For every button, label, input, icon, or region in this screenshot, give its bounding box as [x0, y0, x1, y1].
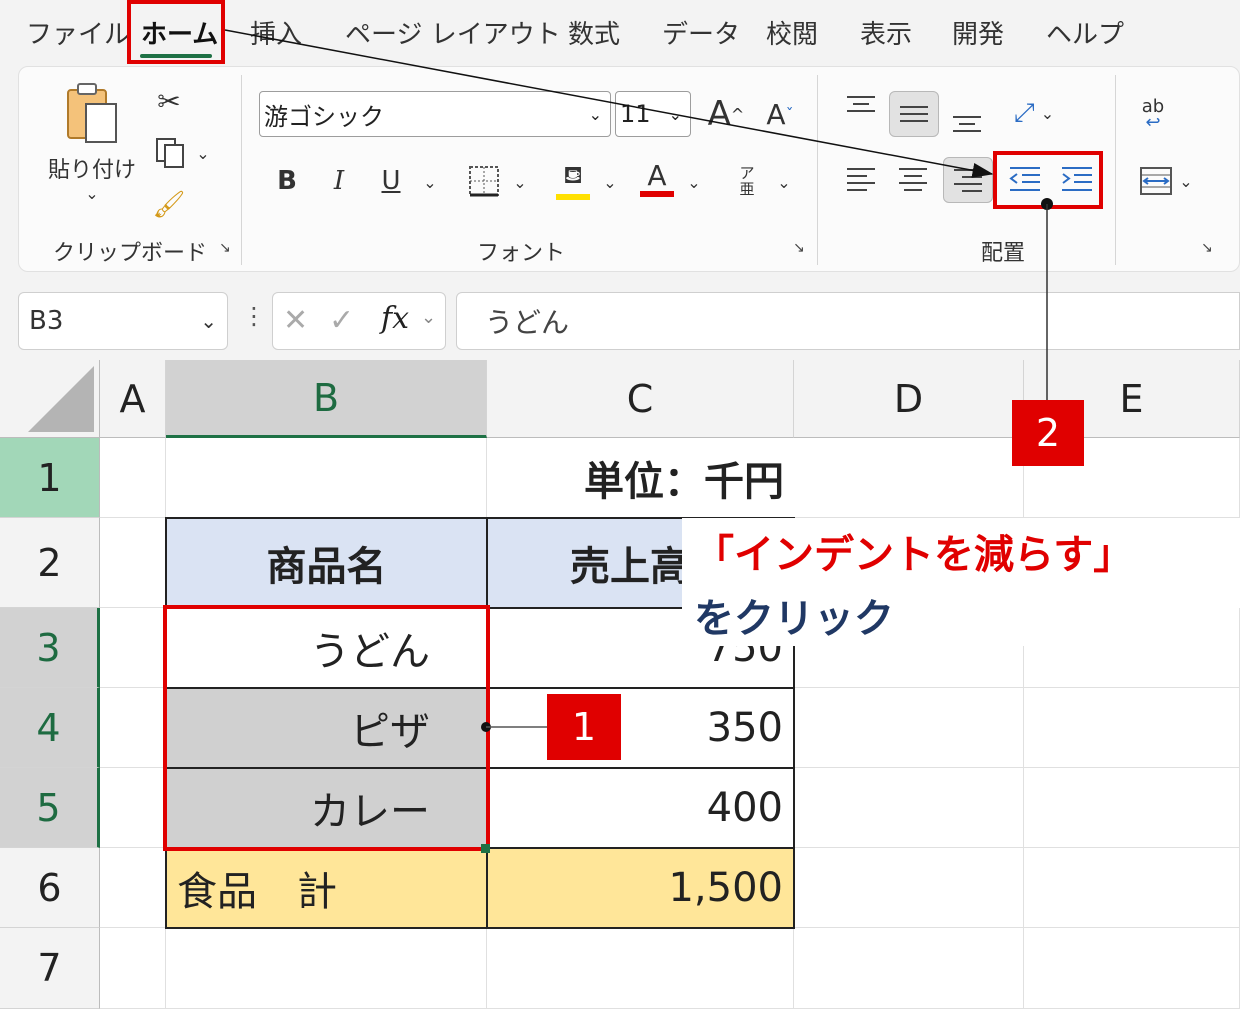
grid-cell[interactable] — [794, 928, 1024, 1009]
grid-cell[interactable] — [100, 848, 166, 928]
grid-cell[interactable] — [794, 688, 1024, 768]
annotation-overlay — [224, 29, 1053, 400]
fill-handle[interactable] — [481, 844, 490, 853]
grid-cell[interactable] — [1024, 768, 1240, 848]
grid-cell[interactable] — [487, 928, 794, 1009]
grid-cell[interactable] — [100, 608, 166, 688]
grid-cell[interactable] — [166, 438, 487, 518]
grid-cell[interactable] — [100, 438, 166, 518]
grid-cell[interactable] — [794, 438, 1024, 518]
arrow-line — [224, 29, 994, 178]
row-header-7[interactable]: 7 — [0, 928, 100, 1009]
instruction-line-2: をクリック — [694, 596, 894, 642]
step-badge-1: 1 — [547, 694, 621, 760]
total-label-cell[interactable]: 食品 計 — [165, 847, 488, 929]
grid-cell[interactable] — [100, 928, 166, 1009]
row-header-1[interactable]: 1 — [0, 438, 100, 518]
selection-highlight — [163, 605, 490, 851]
row-header-5[interactable]: 5 — [0, 768, 100, 848]
total-value-cell[interactable]: 1,500 — [486, 847, 795, 929]
callout-1-leader-line — [481, 722, 548, 732]
header-cell-product[interactable]: 商品名 — [165, 517, 488, 609]
sales-cell-c5[interactable]: 400 — [486, 767, 795, 849]
row-header-4[interactable]: 4 — [0, 688, 100, 768]
grid-cell[interactable] — [166, 928, 487, 1009]
grid-cell[interactable] — [1024, 688, 1240, 768]
row-header-3[interactable]: 3 — [0, 608, 100, 688]
row-header-6[interactable]: 6 — [0, 848, 100, 928]
grid-cell[interactable] — [1024, 928, 1240, 1009]
step-badge-2: 2 — [1012, 400, 1084, 466]
grid-cell[interactable] — [100, 768, 166, 848]
instruction-note: 「インデントを減らす」 をクリック — [682, 518, 1210, 646]
unit-label-cell[interactable]: 単位：千円 — [487, 438, 794, 518]
grid-cell[interactable] — [1024, 848, 1240, 928]
grid-cell[interactable] — [100, 688, 166, 768]
row-header-2[interactable]: 2 — [0, 518, 100, 608]
grid-cell[interactable] — [794, 848, 1024, 928]
instruction-line-1: 「インデントを減らす」 — [694, 532, 1134, 578]
grid-cell[interactable] — [100, 518, 166, 608]
grid-cell[interactable] — [794, 768, 1024, 848]
